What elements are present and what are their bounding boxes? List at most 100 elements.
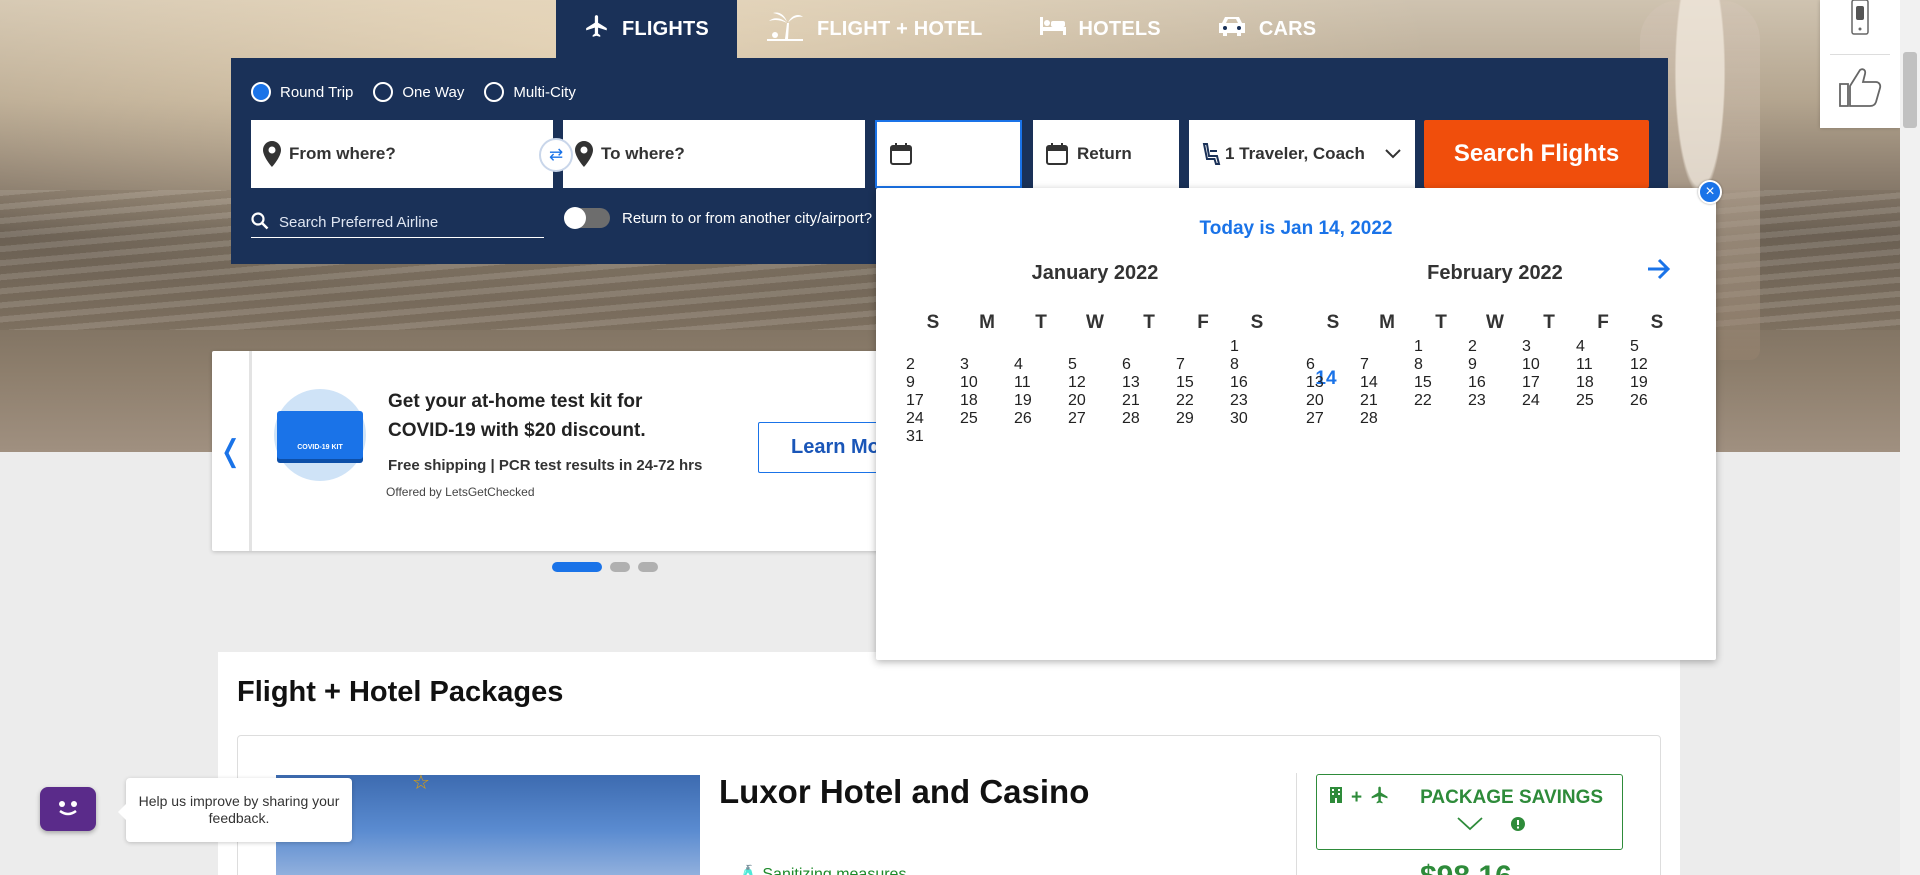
info-icon[interactable] bbox=[1511, 817, 1525, 836]
scrollbar-thumb[interactable] bbox=[1903, 52, 1917, 128]
promo-prev-button[interactable]: ❬ bbox=[212, 351, 252, 551]
swap-airports-button[interactable]: ⇄ bbox=[539, 138, 573, 172]
calendar-day[interactable]: 6 bbox=[1306, 356, 1360, 374]
calendar-day[interactable]: 2 bbox=[1468, 338, 1522, 356]
search-flights-button[interactable]: Search Flights bbox=[1424, 120, 1649, 188]
travelers-select[interactable]: 1 Traveler, Coach bbox=[1189, 120, 1415, 188]
calendar-day[interactable]: 15 bbox=[1414, 374, 1468, 392]
calendar-day[interactable]: 21 bbox=[1122, 392, 1176, 410]
to-field[interactable]: To where? bbox=[563, 120, 865, 188]
plane-icon bbox=[1370, 785, 1390, 811]
calendar-day[interactable]: 23 bbox=[1230, 392, 1284, 410]
weekday-label: T bbox=[1543, 312, 1555, 333]
radio-one-way[interactable]: One Way bbox=[373, 82, 464, 102]
weekday-label: M bbox=[1379, 312, 1395, 333]
preferred-airline-input[interactable]: Search Preferred Airline bbox=[251, 208, 544, 238]
tab-hotels[interactable]: HOTELS bbox=[1011, 0, 1189, 58]
chevron-down-icon[interactable] bbox=[1457, 817, 1483, 836]
radio-round-trip[interactable]: Round Trip bbox=[251, 82, 353, 102]
calendar-day[interactable]: 18 bbox=[960, 392, 1014, 410]
calendar-day[interactable]: 17 bbox=[906, 392, 960, 410]
calendar-day[interactable]: 27 bbox=[1068, 410, 1122, 428]
promo-title: Get your at-home test kit for COVID-19 w… bbox=[388, 391, 646, 441]
calendar-day[interactable]: 21 bbox=[1360, 392, 1414, 410]
calendar-day[interactable]: 24 bbox=[1522, 392, 1576, 410]
weekday-label: T bbox=[1435, 312, 1447, 333]
calendar-empty-cell bbox=[1068, 338, 1122, 356]
depart-date-field[interactable] bbox=[875, 120, 1022, 188]
calendar-day[interactable]: 11 bbox=[1576, 356, 1630, 374]
calendar-day[interactable]: 20 bbox=[1068, 392, 1122, 410]
calendar-day[interactable]: 22 bbox=[1414, 392, 1468, 410]
calendar-day[interactable]: 12 bbox=[1630, 356, 1684, 374]
calendar-day[interactable]: 14 bbox=[1360, 374, 1414, 392]
calendar-day[interactable]: 13 bbox=[1306, 374, 1360, 392]
radio-one-way-dot[interactable] bbox=[373, 82, 394, 102]
calendar-day[interactable]: 26 bbox=[1630, 392, 1684, 410]
carousel-dot[interactable] bbox=[638, 562, 658, 572]
calendar-day[interactable]: 17 bbox=[1522, 374, 1576, 392]
calendar-day[interactable]: 9 bbox=[1468, 356, 1522, 374]
calendar-day[interactable]: 26 bbox=[1014, 410, 1068, 428]
search-icon bbox=[251, 211, 269, 234]
calendar-day[interactable]: 19 bbox=[1630, 374, 1684, 392]
calendar-day[interactable]: 8 bbox=[1414, 356, 1468, 374]
calendar-day[interactable]: 25 bbox=[960, 410, 1014, 428]
page-scrollbar[interactable] bbox=[1900, 0, 1920, 875]
carousel-dot[interactable] bbox=[610, 562, 630, 572]
tab-flights[interactable]: FLIGHTS bbox=[556, 0, 737, 58]
weekday-label: S bbox=[926, 312, 940, 333]
alternate-airport-toggle[interactable] bbox=[564, 207, 610, 229]
calendar-day[interactable]: 28 bbox=[1360, 410, 1414, 428]
calendar-empty-cell bbox=[906, 338, 960, 356]
calendar-day[interactable]: 29 bbox=[1176, 410, 1230, 428]
mobile-app-icon[interactable] bbox=[1850, 0, 1870, 41]
thumbs-up-icon[interactable] bbox=[1838, 66, 1882, 113]
weekday-label: F bbox=[1597, 312, 1609, 333]
calendar-empty-cell bbox=[1360, 338, 1414, 356]
calendar-day[interactable]: 5 bbox=[1630, 338, 1684, 356]
carousel-dot[interactable] bbox=[552, 562, 602, 572]
radio-multi-city-dot[interactable] bbox=[484, 82, 505, 102]
calendar-day[interactable]: 24 bbox=[906, 410, 960, 428]
chatbot-button[interactable] bbox=[40, 787, 96, 831]
calendar-empty-cell bbox=[1176, 338, 1230, 356]
calendar-day[interactable]: 28 bbox=[1122, 410, 1176, 428]
weekday-header: S M T W T F S bbox=[906, 312, 1284, 338]
radio-multi-city[interactable]: Multi-City bbox=[484, 82, 576, 102]
calendar-day[interactable]: 25 bbox=[1576, 392, 1630, 410]
calendar-day[interactable]: 16 bbox=[1468, 374, 1522, 392]
weekday-label: T bbox=[1035, 312, 1047, 333]
from-field[interactable]: From where? bbox=[251, 120, 553, 188]
calendar-day[interactable]: 30 bbox=[1230, 410, 1284, 428]
calendar-day[interactable]: 19 bbox=[1014, 392, 1068, 410]
calendar-day[interactable]: 7 bbox=[1360, 356, 1414, 374]
radio-round-trip-dot[interactable] bbox=[251, 82, 271, 102]
return-date-placeholder: Return bbox=[1077, 144, 1132, 163]
to-field-placeholder: To where? bbox=[601, 144, 685, 163]
calendar-day[interactable]: 18 bbox=[1576, 374, 1630, 392]
calendar-day[interactable]: 3 bbox=[1522, 338, 1576, 356]
feedback-tooltip[interactable]: Help us improve by sharing your feedback… bbox=[118, 778, 352, 842]
alternate-airport-label: Return to or from another city/airport? bbox=[622, 209, 873, 227]
tab-cars[interactable]: CARS bbox=[1189, 0, 1344, 58]
hotel-name[interactable]: Luxor Hotel and Casino bbox=[719, 773, 1089, 811]
sanitizing-measures[interactable]: 🧴 Sanitizing measures bbox=[738, 864, 906, 875]
weekday-label: F bbox=[1197, 312, 1209, 333]
package-savings-badge[interactable]: + PACKAGE SAVINGS bbox=[1316, 774, 1623, 850]
close-calendar-button[interactable]: × bbox=[1698, 180, 1722, 204]
preferred-airline-placeholder: Search Preferred Airline bbox=[279, 214, 439, 231]
tab-hotels-label: HOTELS bbox=[1078, 17, 1161, 40]
radio-one-way-label: One Way bbox=[402, 83, 465, 101]
return-date-field[interactable]: Return bbox=[1033, 120, 1179, 188]
calendar-day[interactable]: 27 bbox=[1306, 410, 1360, 428]
calendar-day[interactable]: 4 bbox=[1576, 338, 1630, 356]
calendar-day[interactable]: 1 bbox=[1414, 338, 1468, 356]
calendar-day[interactable]: 31 bbox=[906, 428, 960, 446]
calendar-day[interactable]: 22 bbox=[1176, 392, 1230, 410]
calendar-day[interactable]: 23 bbox=[1468, 392, 1522, 410]
promo-offered-by: Offered by LetsGetChecked bbox=[386, 485, 535, 499]
tab-flight-hotel[interactable]: FLIGHT + HOTEL bbox=[737, 0, 1011, 58]
calendar-day[interactable]: 10 bbox=[1522, 356, 1576, 374]
calendar-day[interactable]: 20 bbox=[1306, 392, 1360, 410]
